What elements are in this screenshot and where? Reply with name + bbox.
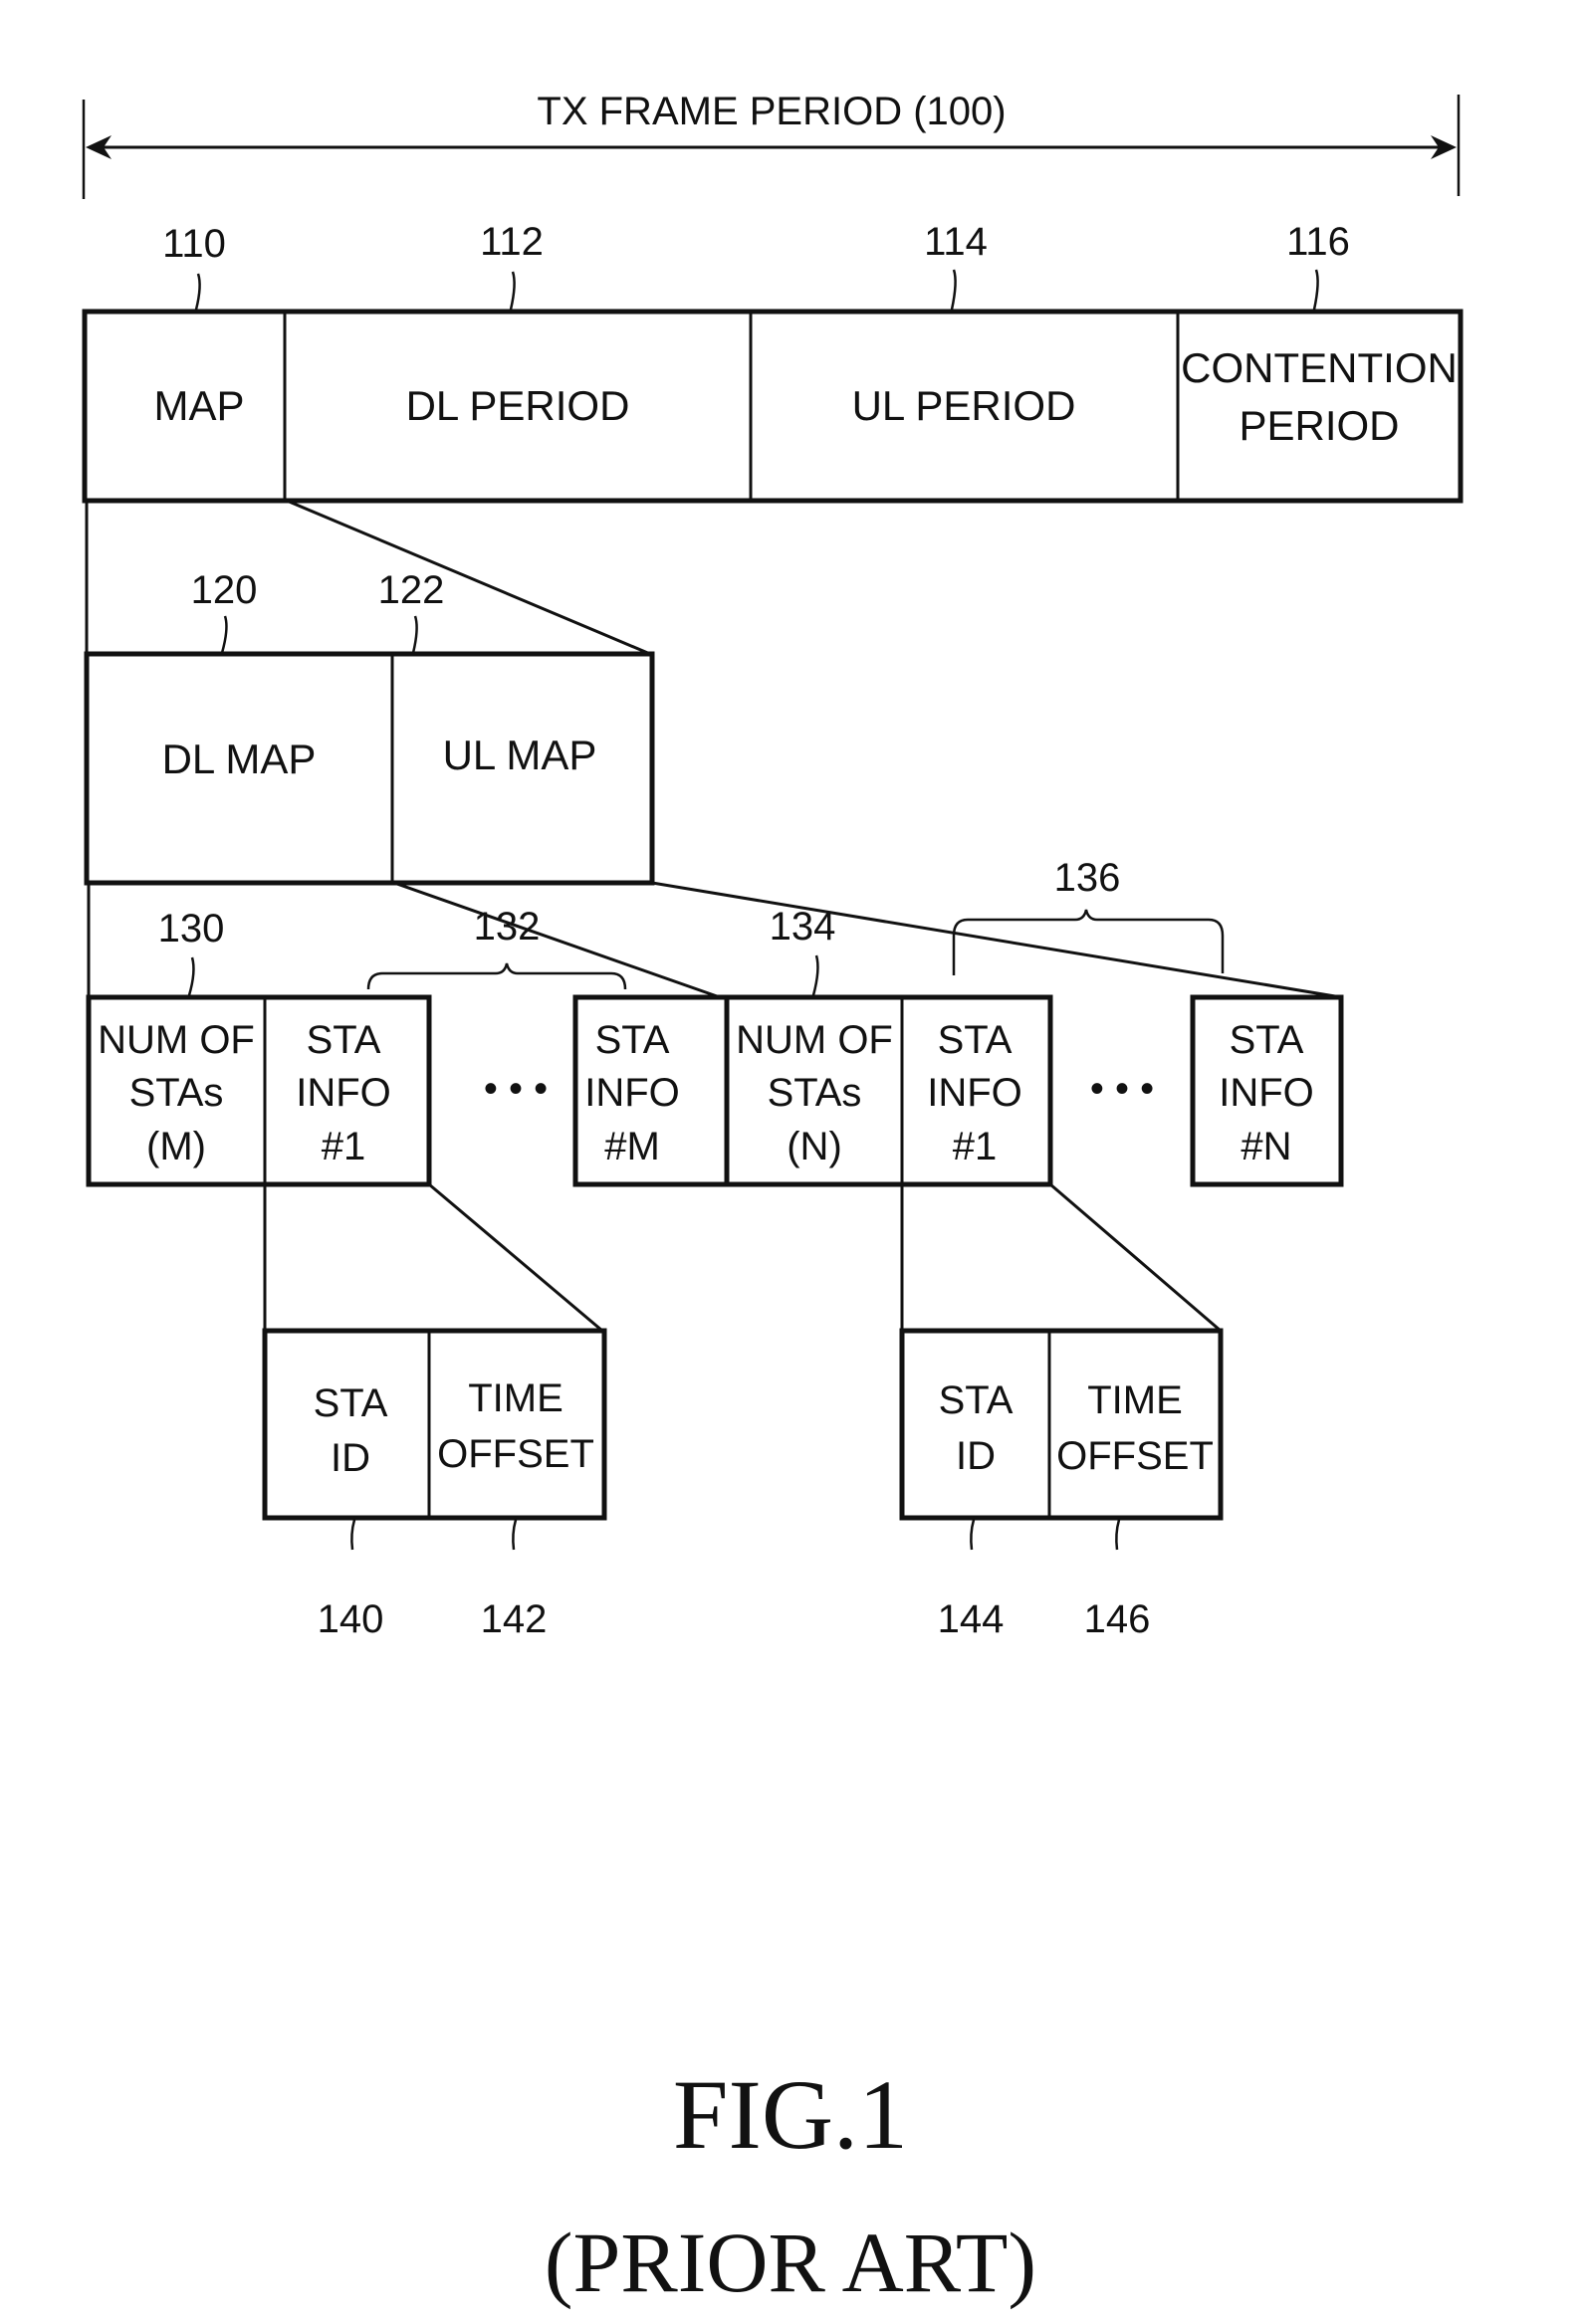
dl-sta-id-line2: ID xyxy=(331,1436,370,1480)
dl-sta-info1-line2: INFO xyxy=(296,1071,391,1115)
dl-num-stas-line3: (M) xyxy=(146,1125,206,1168)
ul-sta-infon-line2: INFO xyxy=(1219,1071,1314,1115)
ul-sta-id-line1: STA xyxy=(939,1378,1014,1422)
ref-122: 122 xyxy=(378,568,445,612)
ref-112: 112 xyxy=(480,220,544,264)
dl-ellipsis: • • • xyxy=(484,1067,548,1111)
leader-110 xyxy=(194,273,201,311)
ul-ellipsis: • • • xyxy=(1090,1067,1154,1111)
ul-time-offset-line1: TIME xyxy=(1087,1378,1183,1422)
ref-120: 120 xyxy=(191,568,258,612)
dl-sta-infom-line1: STA xyxy=(595,1018,670,1062)
ul-sta-infon-line3: #N xyxy=(1241,1125,1291,1168)
ul-sta-info1-line2: INFO xyxy=(927,1071,1022,1115)
expand-ul-right xyxy=(651,881,1342,999)
ul-map-detail: STA INFO #M NUM OF STAs (N) STA INFO #1 … xyxy=(584,856,1344,1187)
ul-sta-id-line2: ID xyxy=(956,1434,996,1478)
expand-line-right xyxy=(286,499,651,656)
field-map: MAP xyxy=(153,382,244,429)
expand-sta1-ul-right xyxy=(1049,1182,1222,1333)
ref-134: 134 xyxy=(770,905,836,949)
field-ul-map: UL MAP xyxy=(443,732,597,778)
ul-num-stas-line1: NUM OF xyxy=(736,1018,893,1062)
leader-116 xyxy=(1312,269,1319,311)
ul-sta-info-box xyxy=(899,1328,1224,1521)
figure-title: FIG.1 xyxy=(673,2059,908,2170)
leader-134 xyxy=(811,954,819,996)
dl-sta-info-detail: STA ID TIME OFFSET 140 142 xyxy=(262,1328,607,1641)
dl-sta-infom-line3: #M xyxy=(604,1125,660,1168)
ul-sta-info1-line1: STA xyxy=(938,1018,1013,1062)
ref-142: 142 xyxy=(481,1597,548,1641)
ref-144: 144 xyxy=(938,1597,1005,1641)
ul-num-stas-line3: (N) xyxy=(787,1125,842,1168)
brace-132 xyxy=(366,962,627,990)
brace-136 xyxy=(952,909,1225,975)
map-row: DL MAP UL MAP 120 122 xyxy=(84,568,655,886)
tx-frame-period-dimension: TX FRAME PERIOD (100) xyxy=(82,90,1461,199)
leader-130 xyxy=(187,956,195,996)
leader-146 xyxy=(1115,1519,1121,1551)
ul-time-offset-line2: OFFSET xyxy=(1056,1434,1214,1478)
frame-row: MAP DL PERIOD UL PERIOD CONTENTION PERIO… xyxy=(82,220,1464,504)
dl-time-offset-line1: TIME xyxy=(468,1376,564,1420)
dl-num-stas-line2: STAs xyxy=(129,1071,224,1115)
figure-subtitle: (PRIOR ART) xyxy=(545,2215,1036,2310)
ref-146: 146 xyxy=(1084,1597,1151,1641)
dl-time-offset-line2: OFFSET xyxy=(437,1432,594,1476)
leader-122 xyxy=(411,615,418,654)
ref-140: 140 xyxy=(318,1597,384,1641)
dl-sta-info1-line1: STA xyxy=(307,1018,381,1062)
leader-112 xyxy=(509,271,516,311)
tx-frame-period-label: TX FRAME PERIOD (100) xyxy=(537,90,1006,133)
leader-140 xyxy=(350,1519,356,1551)
leader-144 xyxy=(970,1519,976,1551)
field-contention-line1: CONTENTION xyxy=(1181,344,1458,391)
field-dl-period: DL PERIOD xyxy=(406,382,630,429)
dl-sta-infom-line2: INFO xyxy=(584,1071,680,1115)
ref-110: 110 xyxy=(162,222,226,266)
expand-sta1-dl-right xyxy=(428,1182,603,1333)
dl-num-stas-line1: NUM OF xyxy=(98,1018,255,1062)
ref-116: 116 xyxy=(1286,220,1350,264)
ref-114: 114 xyxy=(924,220,988,264)
dl-sta-info1-line3: #1 xyxy=(322,1125,366,1168)
ul-sta-info-detail: STA ID TIME OFFSET 144 146 xyxy=(899,1328,1224,1641)
ul-num-stas-line2: STAs xyxy=(768,1071,862,1115)
ref-132: 132 xyxy=(474,905,541,949)
diagram-canvas: TX FRAME PERIOD (100) MAP DL PERIOD UL P… xyxy=(82,90,1464,2310)
field-contention-line2: PERIOD xyxy=(1239,402,1399,449)
leader-142 xyxy=(512,1519,518,1551)
ref-130: 130 xyxy=(158,907,225,951)
ul-sta-info1-line3: #1 xyxy=(953,1125,998,1168)
leader-120 xyxy=(220,615,228,654)
ul-sta-infon-line1: STA xyxy=(1230,1018,1304,1062)
field-ul-period: UL PERIOD xyxy=(852,382,1076,429)
field-dl-map: DL MAP xyxy=(162,736,317,782)
ref-136: 136 xyxy=(1054,856,1121,900)
expand-dl-right xyxy=(393,881,721,999)
dl-sta-id-line1: STA xyxy=(314,1381,388,1425)
leader-114 xyxy=(950,269,957,311)
